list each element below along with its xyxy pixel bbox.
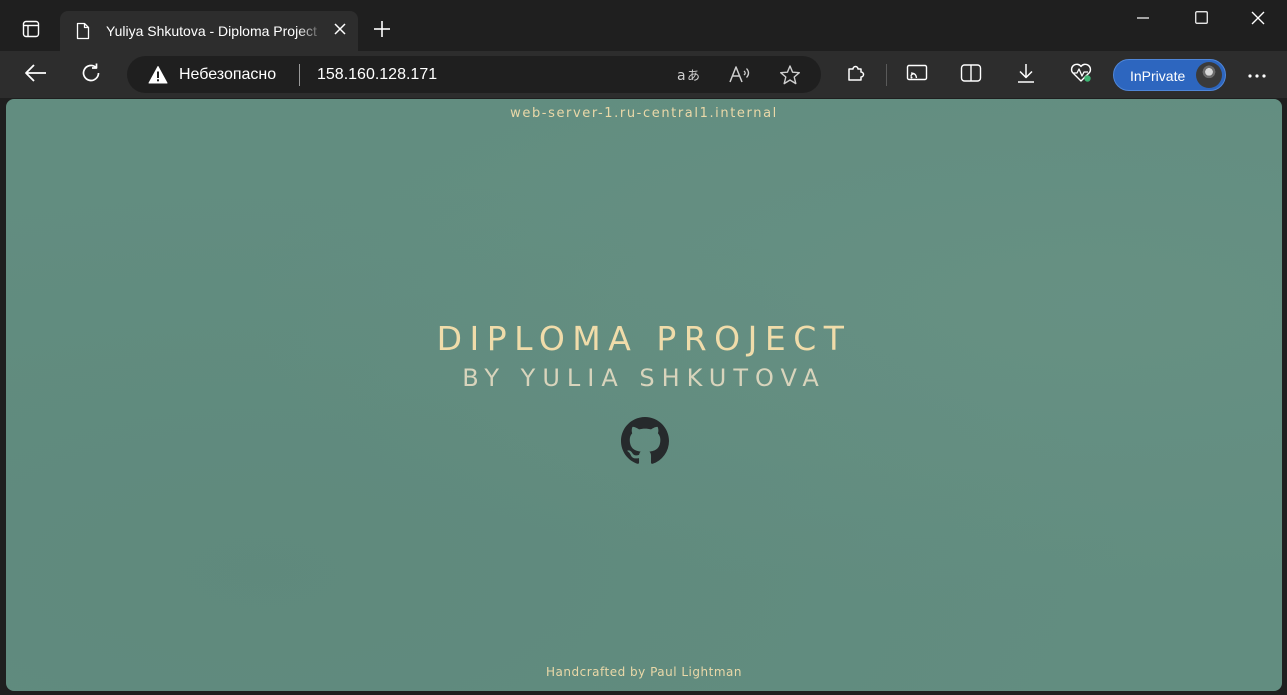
split-screen-button[interactable] <box>954 58 988 92</box>
download-icon <box>1016 62 1036 89</box>
footer-credit: Handcrafted by Paul Lightman <box>546 665 742 679</box>
new-tab-button[interactable] <box>368 17 396 45</box>
close-icon <box>334 22 346 40</box>
security-status[interactable]: Небезопасно <box>179 66 276 84</box>
minimize-button[interactable] <box>1114 0 1172 40</box>
browser-window: Yuliya Shkutova - Diploma Project Небезо… <box>0 0 1287 695</box>
heart-pulse-icon <box>1069 62 1093 89</box>
plus-icon <box>373 20 391 43</box>
github-icon <box>621 416 669 470</box>
tab-title: Yuliya Shkutova - Diploma Project <box>106 23 317 39</box>
extensions-button[interactable] <box>839 58 873 92</box>
more-button[interactable] <box>1240 58 1274 92</box>
browser-toolbar: Небезопасно 158.160.128.171 a あ InPrivat… <box>0 51 1287 98</box>
window-bottom-border <box>0 691 1287 695</box>
warning-icon[interactable] <box>148 65 168 85</box>
maximize-button[interactable] <box>1172 0 1230 40</box>
more-icon <box>1247 66 1267 84</box>
svg-text:あ: あ <box>687 69 700 84</box>
minimize-icon <box>1137 11 1149 29</box>
page-title: DIPLOMA PROJECT <box>436 319 852 358</box>
refresh-button[interactable] <box>74 58 108 92</box>
translate-icon[interactable]: a あ <box>677 63 701 87</box>
close-window-button[interactable] <box>1229 0 1287 40</box>
address-separator <box>299 64 300 86</box>
page-icon <box>74 21 92 41</box>
puzzle-icon <box>845 62 867 89</box>
split-screen-icon <box>960 63 982 88</box>
tab-actions-button[interactable] <box>14 14 48 48</box>
page-subtitle: BY YULIA SHKUTOVA <box>462 364 826 392</box>
url-text[interactable]: 158.160.128.171 <box>317 66 437 84</box>
maximize-icon <box>1194 11 1208 29</box>
close-tab-button[interactable] <box>332 23 348 39</box>
read-aloud-icon[interactable] <box>728 63 752 87</box>
server-hostname: web-server-1.ru-central1.internal <box>510 106 778 121</box>
refresh-icon <box>80 62 102 89</box>
back-arrow-icon <box>24 63 48 88</box>
inprivate-label: InPrivate <box>1130 68 1186 84</box>
cast-icon <box>906 64 928 87</box>
page-viewport: web-server-1.ru-central1.internal DIPLOM… <box>6 99 1282 691</box>
close-window-icon <box>1251 11 1265 30</box>
svg-text:a: a <box>677 68 686 84</box>
tab-strip: Yuliya Shkutova - Diploma Project <box>0 0 1287 51</box>
back-button[interactable] <box>19 58 53 92</box>
avatar <box>1196 62 1222 88</box>
cast-button[interactable] <box>900 58 934 92</box>
star-icon[interactable] <box>778 63 802 87</box>
downloads-button[interactable] <box>1009 58 1043 92</box>
github-link[interactable] <box>620 416 670 470</box>
tab-actions-icon <box>22 20 40 43</box>
toolbar-divider <box>886 64 887 86</box>
active-tab[interactable]: Yuliya Shkutova - Diploma Project <box>60 11 358 51</box>
browser-essentials-button[interactable] <box>1064 58 1098 92</box>
inprivate-profile-button[interactable]: InPrivate <box>1113 59 1226 91</box>
address-bar[interactable]: Небезопасно 158.160.128.171 a あ <box>127 56 821 93</box>
